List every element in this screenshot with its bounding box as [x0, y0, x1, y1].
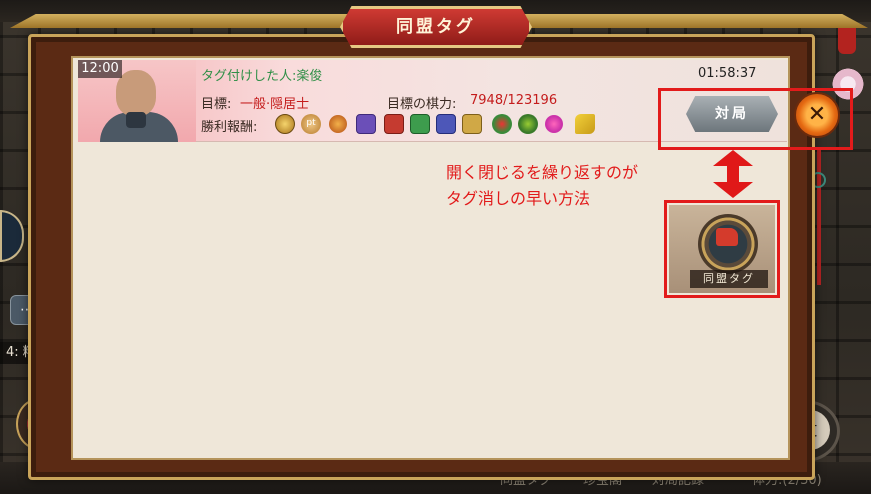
blue-book-icon [436, 114, 456, 134]
annotation-line: タグ消しの早い方法 [446, 189, 591, 208]
highlight-box-tag [664, 200, 780, 298]
red-plant-icon [492, 114, 512, 134]
target-value: 一般·隠居士 [240, 97, 310, 112]
pt-icon: pt [301, 114, 321, 134]
dialog-title: 同盟タグ [396, 17, 476, 37]
copper-coin-icon [329, 115, 347, 133]
green-plant-icon [518, 114, 538, 134]
tassel-decoration [817, 150, 821, 285]
annotation-line: 開く閉じるを繰り返すのが [446, 163, 639, 182]
portrait-collar [126, 112, 146, 128]
power-value: 7948/123196 [470, 93, 558, 108]
power-label: 目標の棋力: [387, 97, 457, 112]
countdown-timer: 01:58:37 [698, 66, 757, 81]
tagger-name: タグ付けした人:楽俊 [201, 69, 323, 84]
gold-coin-icon [275, 114, 295, 134]
annotation-note: 開く閉じるを繰り返すのが タグ消しの早い方法 [446, 160, 638, 212]
tag-time: 12:00 [78, 60, 122, 78]
green-book-icon [410, 114, 430, 134]
reward-label: 勝利報酬: [201, 120, 258, 135]
pink-flower-icon [545, 115, 563, 133]
target-label: 目標: [201, 97, 232, 112]
purple-book-icon [356, 114, 376, 134]
red-book-icon [384, 114, 404, 134]
portrait-head [116, 70, 156, 116]
yellow-book-icon [462, 114, 482, 134]
corn-icon [575, 114, 595, 134]
highlight-box-close [658, 88, 853, 150]
arrow-down-icon [713, 182, 753, 198]
